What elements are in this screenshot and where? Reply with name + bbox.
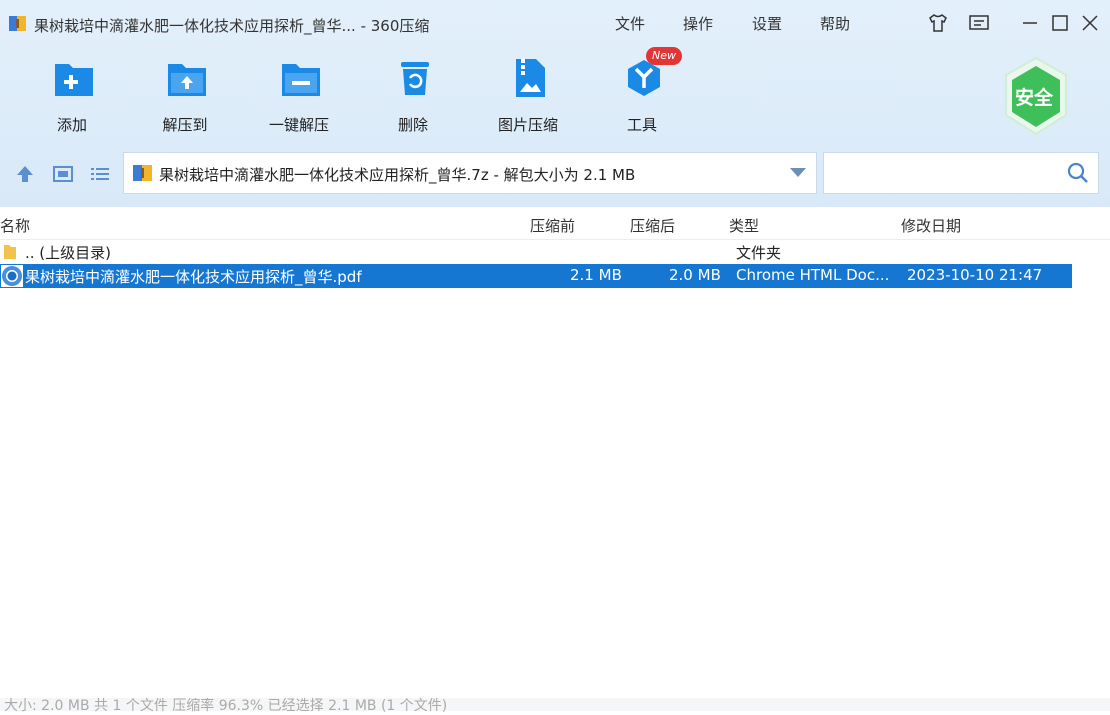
archive-app-icon [9,16,26,31]
one-click-extract-icon [282,64,320,96]
menu-settings[interactable]: 设置 [752,13,782,34]
column-type[interactable]: 类型 [729,215,759,236]
add-label: 添加 [56,116,87,134]
image-compress-icon [516,59,545,97]
status-bar: 大小: 2.0 MB 共 1 个文件 压缩率 96.3% 已经选择 2.1 MB… [0,698,1110,714]
archive-file-icon [133,165,152,181]
delete-icon [401,62,429,95]
extract-to-label: 解压到 [162,116,208,134]
column-size-before[interactable]: 压缩前 [530,215,575,236]
skin-icon[interactable] [927,12,949,34]
search-icon[interactable] [1066,161,1090,185]
column-header: 名称 压缩前 压缩后 类型 修改日期 [0,207,1110,240]
address-bar[interactable]: 果树栽培中滴灌水肥一体化技术应用探析_曾华.7z - 解包大小为 2.1 MB [123,152,817,194]
new-badge: New [646,47,682,65]
row-type: 文件夹 [736,244,782,262]
window-title: 果树栽培中滴灌水肥一体化技术应用探析_曾华... - 360压缩 [34,17,430,35]
status-text: 大小: 2.0 MB 共 1 个文件 压缩率 96.3% 已经选择 2.1 MB… [4,698,448,714]
table-row[interactable]: 果树栽培中滴灌水肥一体化技术应用探析_曾华.pdf 2.1 MB 2.0 MB … [0,264,1072,288]
chrome-icon [1,265,23,287]
search-box[interactable] [823,152,1099,194]
title-bar: 果树栽培中滴灌水肥一体化技术应用探析_曾华... - 360压缩 文件 操作 设… [0,0,1110,46]
address-path: 果树栽培中滴灌水肥一体化技术应用探析_曾华.7z - 解包大小为 2.1 MB [159,166,636,184]
menu-operation[interactable]: 操作 [683,13,713,34]
row-size-before: 2.1 MB [570,266,622,284]
delete-button[interactable]: 删除 [368,56,458,136]
image-compress-label: 图片压缩 [497,116,558,134]
one-click-extract-label: 一键解压 [268,116,329,134]
extract-to-icon [168,64,206,96]
add-icon [55,64,93,96]
row-modified-date: 2023-10-10 21:47 [907,266,1043,284]
extract-to-button[interactable]: 解压到 [140,56,230,136]
image-compress-button[interactable]: 图片压缩 [483,56,573,136]
row-size-after: 2.0 MB [669,266,721,284]
row-type: Chrome HTML Doc... [736,266,890,284]
thumbnail-view-icon[interactable] [52,163,74,185]
row-name: 果树栽培中滴灌水肥一体化技术应用探析_曾华.pdf [25,268,362,286]
search-input[interactable] [832,161,1056,185]
add-button[interactable]: 添加 [27,56,117,136]
table-row[interactable]: .. (上级目录) 文件夹 [0,240,1072,264]
safe-label: 安全 [1015,87,1054,109]
one-click-extract-button[interactable]: 一键解压 [254,56,344,136]
feedback-icon[interactable] [968,12,990,34]
close-icon[interactable] [1079,12,1101,34]
delete-label: 删除 [397,116,428,134]
column-size-after[interactable]: 压缩后 [630,215,675,236]
menu-file[interactable]: 文件 [615,13,645,34]
column-modified-date[interactable]: 修改日期 [901,215,961,236]
minimize-icon[interactable] [1019,12,1041,34]
up-arrow-icon[interactable] [14,163,36,185]
row-name: .. (上级目录) [25,244,112,262]
tools-label: 工具 [626,116,657,134]
folder-icon [4,245,16,259]
maximize-icon[interactable] [1049,12,1071,34]
tools-button[interactable]: 工具 [597,56,687,136]
menu-help[interactable]: 帮助 [820,13,850,34]
column-name[interactable]: 名称 [0,215,30,236]
chevron-down-icon[interactable] [790,168,806,177]
list-view-icon[interactable] [89,163,111,185]
